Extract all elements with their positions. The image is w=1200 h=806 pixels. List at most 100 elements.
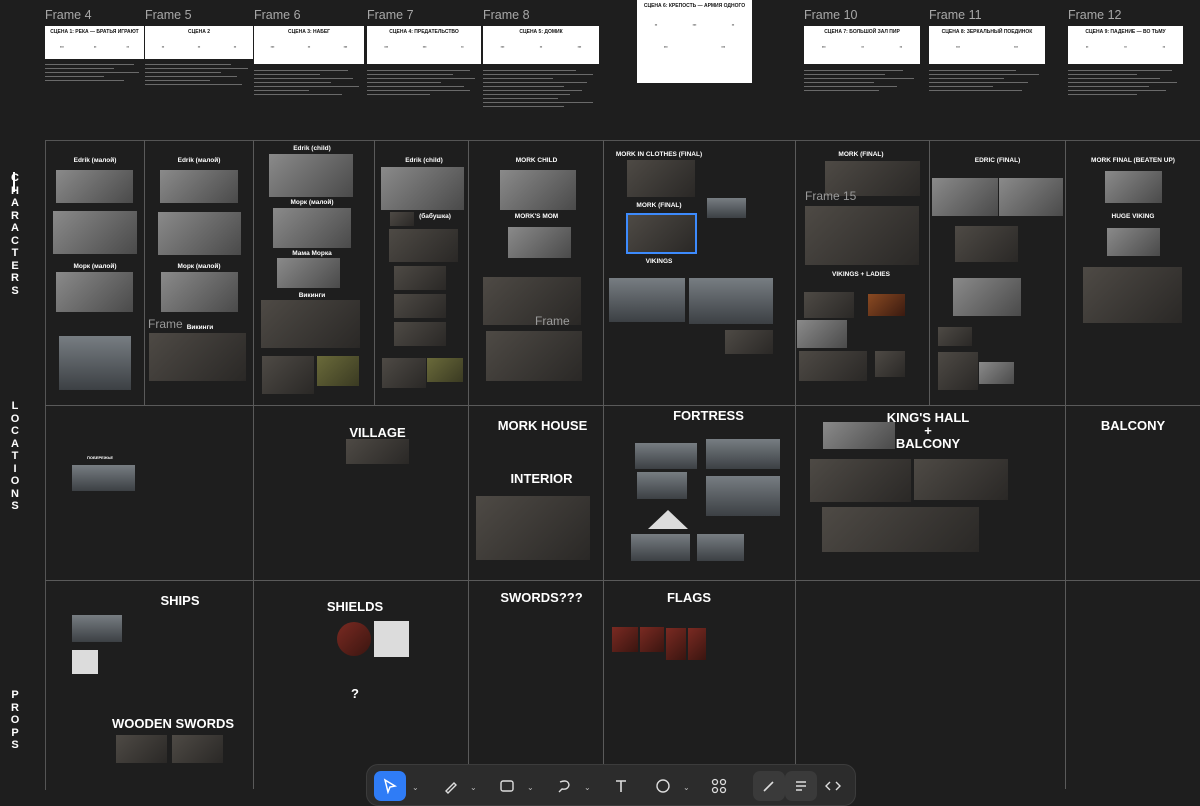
frame-label-7[interactable]: Frame 7 [367, 8, 414, 22]
character-photo[interactable] [56, 170, 133, 203]
location-photo[interactable] [822, 507, 979, 552]
location-photo[interactable] [697, 534, 744, 561]
vikings-photo[interactable] [804, 292, 854, 318]
character-turnaround[interactable] [627, 160, 695, 197]
ladies-costume-sheet[interactable] [875, 351, 905, 377]
character-photo[interactable] [938, 352, 978, 390]
vikings-photo[interactable] [609, 278, 685, 322]
pen-tool[interactable] [435, 771, 467, 801]
components-tool[interactable] [703, 771, 735, 801]
location-photo[interactable] [635, 443, 697, 469]
character-photo[interactable] [707, 198, 746, 218]
vikings-costume-sheet[interactable] [486, 331, 582, 381]
character-turnaround[interactable] [955, 226, 1018, 262]
character-turnaround[interactable] [273, 208, 351, 248]
location-photo[interactable] [914, 459, 1008, 500]
vikings-costume-sheet[interactable] [394, 294, 446, 318]
rectangle-tool[interactable] [491, 771, 523, 801]
vikings-costume-sheet[interactable] [149, 333, 246, 381]
pencil-tool[interactable] [753, 771, 785, 801]
character-turnaround[interactable] [508, 227, 571, 258]
frame-label-11[interactable]: Frame 11 [929, 8, 982, 22]
location-photo[interactable] [476, 496, 590, 560]
vikings-costume-sheet[interactable] [725, 330, 773, 354]
flag-photo[interactable] [666, 628, 686, 660]
flag-photo[interactable] [688, 628, 706, 660]
character-turnaround[interactable] [269, 154, 353, 197]
frame-label-12[interactable]: Frame 12 [1068, 8, 1122, 22]
layers-tool[interactable] [785, 771, 817, 801]
character-turnaround[interactable] [158, 212, 241, 255]
location-photo[interactable] [706, 439, 780, 469]
vikings-photo[interactable] [689, 278, 773, 324]
scene-doc-1[interactable]: СЦЕНА 1: РЕКА — БРАТЬЯ ИГРАЮТ ▪▪▪ ▪▪ ▪▪ [45, 26, 144, 59]
character-turnaround[interactable] [500, 170, 576, 210]
character-turnaround[interactable] [277, 258, 340, 288]
frame-label-10[interactable]: Frame 10 [804, 8, 858, 22]
character-photo[interactable] [938, 327, 972, 346]
character-turnaround[interactable] [1107, 228, 1160, 256]
location-photo[interactable] [72, 465, 135, 491]
shape-tool[interactable] [647, 771, 679, 801]
location-photo[interactable] [346, 439, 409, 464]
frame-label-5[interactable]: Frame 5 [145, 8, 192, 22]
character-photo[interactable] [932, 178, 998, 216]
frame-label-4[interactable]: Frame 4 [45, 8, 92, 22]
character-photo[interactable] [953, 278, 1021, 316]
character-turnaround[interactable] [161, 272, 238, 312]
character-turnaround[interactable] [381, 167, 464, 210]
text-tool[interactable] [605, 771, 637, 801]
scene-doc-4[interactable]: СЦЕНА 4: ПРЕДАТЕЛЬСТВО ▪▪▪ ▪▪▪ ▪▪ [367, 26, 481, 64]
scene-doc-5[interactable]: СЦЕНА 5: ДОМИК ▪▪▪ ▪▪ ▪▪▪ [483, 26, 599, 64]
ladies-costume-sheet[interactable] [799, 351, 867, 381]
vikings-costume-sheet[interactable] [394, 266, 446, 290]
prop-photo[interactable] [172, 735, 223, 763]
scene-doc-3[interactable]: СЦЕНА 3: НАБЕГ ▪▪▪ ▪▪ ▪▪▪ [254, 26, 364, 64]
location-photo[interactable] [706, 476, 780, 516]
flag-photo[interactable] [640, 627, 664, 652]
location-photo[interactable] [810, 459, 911, 502]
scene-doc-6[interactable]: СЦЕНА 6: КРЕПОСТЬ — АРМИЯ ОДНОГО ▪▪ ▪▪▪ ▪▪… [637, 0, 752, 83]
vikings-photo[interactable] [262, 356, 314, 394]
character-turnaround[interactable] [53, 211, 137, 254]
vikings-costume-sheet[interactable] [394, 322, 446, 346]
vikings-painting[interactable] [868, 294, 905, 316]
character-photo[interactable] [160, 170, 238, 203]
prop-photo[interactable] [72, 650, 98, 674]
vikings-costume-sheet[interactable] [389, 229, 458, 262]
character-turnaround[interactable] [56, 272, 133, 312]
character-turnaround[interactable] [805, 206, 919, 265]
location-photo[interactable] [631, 534, 690, 561]
pointer-tool[interactable] [374, 771, 406, 801]
character-photo[interactable] [999, 178, 1063, 216]
scene-doc-9[interactable]: СЦЕНА 9: ПАДЕНИЕ — ВО ТЬМУ ▪▪ ▪▪ ▪▪ [1068, 26, 1183, 64]
chevron-down-icon[interactable]: ⌄ [412, 783, 419, 792]
shield-photo[interactable] [337, 622, 371, 656]
flag-photo[interactable] [612, 627, 638, 652]
shield-photo[interactable] [374, 621, 409, 657]
location-photo[interactable] [637, 472, 687, 499]
chevron-down-icon[interactable]: ⌄ [527, 783, 534, 792]
scene-doc-8[interactable]: СЦЕНА 8: ЗЕРКАЛЬНЫЙ ПОЕДИНОК ▪▪▪ ▪▪▪ [929, 26, 1045, 64]
character-photo[interactable] [979, 362, 1014, 384]
character-turnaround[interactable] [1105, 171, 1162, 203]
lasso-tool[interactable] [548, 771, 580, 801]
vikings-group-photo[interactable] [59, 336, 131, 390]
frame-label-15[interactable]: Frame 15 [805, 189, 856, 203]
frame-label-8[interactable]: Frame 8 [483, 8, 530, 22]
vikings-painting[interactable] [317, 356, 359, 386]
prop-photo[interactable] [116, 735, 167, 763]
vikings-painting[interactable] [427, 358, 463, 382]
code-tool[interactable] [817, 771, 849, 801]
scene-doc-7[interactable]: СЦЕНА 7: БОЛЬШОЙ ЗАЛ ПИР ▪▪▪ ▪▪ ▪▪ [804, 26, 920, 64]
scene-doc-2[interactable]: СЦЕНА 2 ▪▪ ▪▪ ▪▪ [145, 26, 253, 59]
vikings-costume-sheet[interactable] [261, 300, 360, 348]
prop-photo[interactable] [72, 615, 122, 642]
chevron-down-icon[interactable]: ⌄ [683, 783, 690, 792]
chevron-down-icon[interactable]: ⌄ [470, 783, 477, 792]
character-turnaround[interactable] [1083, 267, 1182, 323]
frame-label-partial[interactable]: Frame [535, 314, 570, 328]
vikings-photo[interactable] [382, 358, 426, 388]
frame-label-6[interactable]: Frame 6 [254, 8, 301, 22]
character-turnaround-selected[interactable] [626, 213, 697, 254]
